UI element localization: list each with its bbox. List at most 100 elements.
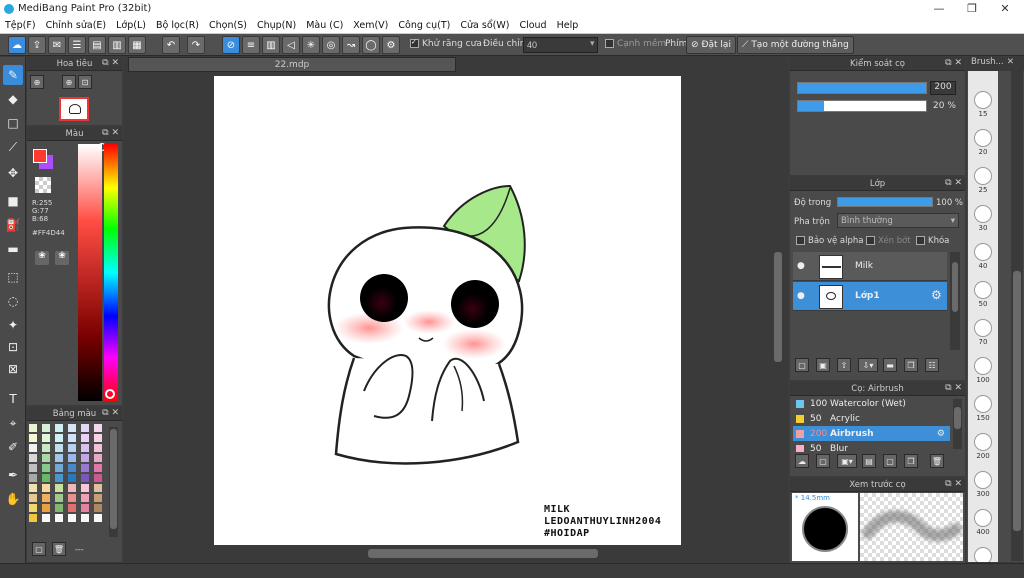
palette-swatch[interactable] (55, 474, 63, 482)
brush-item-blur[interactable]: 50 Blur (793, 441, 950, 452)
lock-checkbox[interactable]: Khóa (916, 236, 949, 246)
canvas-vscroll-thumb[interactable] (774, 252, 782, 362)
brush-tool-icon[interactable]: ✎ (3, 65, 23, 85)
palette-scrollbar[interactable] (109, 427, 118, 537)
palette-swatch[interactable] (68, 424, 76, 432)
palette-swatch[interactable] (55, 514, 63, 522)
brush-list-scroll-thumb[interactable] (954, 407, 961, 429)
menu-file[interactable]: Tệp(F) (0, 20, 41, 31)
menu-tools[interactable]: Công cụ(T) (393, 20, 455, 31)
brush-size-item[interactable]: 40 (968, 243, 998, 270)
palette-swatch[interactable] (42, 464, 50, 472)
palette-swatch[interactable] (29, 474, 37, 482)
palette-swatch[interactable] (81, 424, 89, 432)
select-pen-tool-icon[interactable]: ⊡ (3, 337, 23, 357)
menu-help[interactable]: Help (552, 20, 584, 31)
brush-opacity-slider[interactable] (797, 100, 927, 112)
palette-swatch[interactable] (81, 474, 89, 482)
list-icon[interactable]: ▥ (108, 36, 126, 54)
palette-swatch[interactable] (42, 494, 50, 502)
brush-size-item[interactable]: 400 (968, 509, 998, 536)
palette-swatch[interactable] (42, 514, 50, 522)
curve-snap-icon[interactable]: ↝ (342, 36, 360, 54)
share-icon[interactable]: ⇪ (28, 36, 46, 54)
palette-swatch[interactable] (29, 434, 37, 442)
palette-swatch[interactable] (81, 514, 89, 522)
dot-tool-icon[interactable]: ⟋ (3, 137, 23, 157)
text-tool-icon[interactable]: T (3, 389, 23, 409)
palette-swatch[interactable] (29, 444, 37, 452)
palette-swatch[interactable] (29, 484, 37, 492)
new-layer-icon[interactable]: ▢ (795, 358, 809, 372)
canvas-horizontal-scrollbar[interactable] (124, 546, 772, 560)
rect-tool-icon[interactable]: □ (3, 113, 23, 133)
palette-swatch[interactable] (68, 474, 76, 482)
duplicate-layer-icon[interactable]: ❐ (904, 358, 918, 372)
document-icon[interactable]: ▤ (88, 36, 106, 54)
layer-panel-float-close-icon[interactable]: ⧉ ✕ (945, 178, 962, 188)
palette-swatch[interactable] (68, 444, 76, 452)
antialias-checkbox[interactable]: Khử răng cưa (410, 39, 482, 49)
magic-wand-tool-icon[interactable]: ✦ (3, 315, 23, 335)
palette-swatch[interactable] (55, 424, 63, 432)
layer-scroll-thumb[interactable] (952, 262, 958, 312)
layer-visibility-icon[interactable]: ● (797, 291, 805, 301)
drawing-canvas[interactable]: MILK LEDOANTHUYLINH2004 #HOIDAP (214, 76, 681, 545)
parallel-snap-icon[interactable]: ≡ (242, 36, 260, 54)
brush-item-airbrush[interactable]: 200 Airbrush ⚙ (793, 426, 950, 441)
palette-swatch[interactable] (68, 484, 76, 492)
layer-merge-icon[interactable]: ⇩▾ (858, 358, 878, 372)
fit-icon[interactable]: ⊡ (78, 75, 92, 89)
palette-swatch[interactable] (94, 474, 102, 482)
clipping-checkbox[interactable]: Xén bớt (866, 236, 911, 246)
brush-control-float-close-icon[interactable]: ⧉ ✕ (945, 58, 962, 68)
brightness-slider[interactable] (78, 143, 106, 401)
zoom-icon[interactable]: ⊕ (62, 75, 76, 89)
brush-opacity-value[interactable]: 20 % (933, 101, 956, 111)
palette-swatch[interactable] (81, 504, 89, 512)
palette-scroll-thumb[interactable] (110, 429, 117, 529)
palette-swatch[interactable] (42, 444, 50, 452)
panel-float-close-icon[interactable]: ⧉ ✕ (102, 58, 119, 68)
straight-line-button[interactable]: ⟋ Tạo một đường thẳng (737, 36, 854, 54)
palette-swatch[interactable] (94, 494, 102, 502)
hue-handle[interactable] (105, 389, 115, 399)
circle-snap-icon[interactable]: ◎ (322, 36, 340, 54)
palette-swatch[interactable] (55, 494, 63, 502)
blur-tool-icon[interactable]: ✐ (3, 437, 23, 457)
move-tool-icon[interactable]: ✥ (3, 163, 23, 183)
brush-import-icon[interactable]: ▣▾ (837, 454, 857, 468)
menu-filter[interactable]: Bộ lọc(R) (151, 20, 204, 31)
brush-size-slider[interactable] (797, 82, 927, 94)
gradient-tool-icon[interactable]: ▬ (3, 239, 23, 259)
layer-settings-icon[interactable]: ⚙ (931, 288, 942, 302)
palette-swatch[interactable] (29, 424, 37, 432)
palette-swatch[interactable] (81, 454, 89, 462)
palette-swatch[interactable] (55, 464, 63, 472)
palette-swatch[interactable] (68, 494, 76, 502)
brush-item-watercolor[interactable]: 100 Watercolor (Wet) (793, 396, 950, 411)
brush-list-float-close-icon[interactable]: ⧉ ✕ (945, 383, 962, 393)
delete-palette-icon[interactable]: 🗑 (52, 542, 66, 556)
brush-size-item[interactable]: 30 (968, 205, 998, 232)
brush-preview-float-close-icon[interactable]: ⧉ ✕ (945, 479, 962, 489)
brush-size-item[interactable]: 500 (968, 547, 998, 562)
ring-snap-icon[interactable]: ◯ (362, 36, 380, 54)
palette-swatch[interactable] (81, 444, 89, 452)
brush-size-item[interactable]: 20 (968, 129, 998, 156)
palette-swatch[interactable] (94, 484, 102, 492)
palette-swatch[interactable] (42, 504, 50, 512)
palette-add-icon[interactable]: ❀ (55, 251, 69, 265)
eraser-tool-icon[interactable]: ◆ (3, 89, 23, 109)
snap-off-icon[interactable]: ⊘ (222, 36, 240, 54)
navigator-thumbnail[interactable] (59, 97, 89, 121)
brush-size-item[interactable]: 15 (968, 91, 998, 118)
snap-settings-icon[interactable]: ⚙ (382, 36, 400, 54)
palette-swatch[interactable] (42, 434, 50, 442)
brush-size-scroll-thumb[interactable] (1013, 271, 1021, 531)
bucket-tool-icon[interactable]: ⛽ (3, 215, 23, 235)
adjust-dropdown-icon[interactable]: ▾ (590, 39, 595, 49)
brush-edit-icon[interactable]: ▤ (862, 454, 876, 468)
brush-size-item[interactable]: 200 (968, 433, 998, 460)
lasso-tool-icon[interactable]: ◌ (3, 291, 23, 311)
